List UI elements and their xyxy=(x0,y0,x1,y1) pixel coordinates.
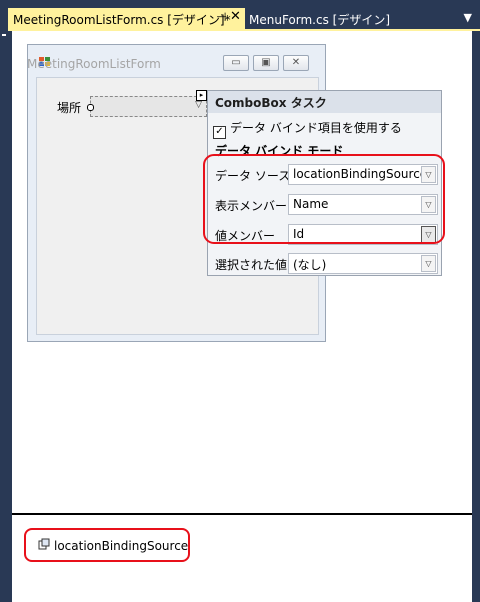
selectedvalue-combo[interactable]: (なし) ▽ xyxy=(288,253,438,274)
selectedvalue-value: (なし) xyxy=(293,258,327,272)
right-scroll-gutter xyxy=(472,31,480,602)
place-label: 場所 xyxy=(57,101,82,115)
tab-label: MenuForm.cs [デザイン] xyxy=(249,13,391,27)
tab-meetingroomlistform-design[interactable]: MeetingRoomListForm.cs [デザイン]* ⊣ ✕ xyxy=(8,8,245,29)
use-binding-label: データ バインド項目を使用する xyxy=(230,121,402,135)
pin-icon[interactable]: ⊣ xyxy=(216,10,226,24)
use-binding-row[interactable]: ✓ データ バインド項目を使用する xyxy=(213,119,402,139)
chevron-down-icon[interactable]: ▽ xyxy=(421,255,436,272)
left-toolbar-strip xyxy=(0,0,8,602)
tray-item-locationbindingsource[interactable]: locationBindingSource xyxy=(24,528,190,562)
place-combobox[interactable]: ▽ xyxy=(90,96,207,117)
use-binding-checkbox[interactable]: ✓ xyxy=(213,126,226,139)
tab-list-dropdown-icon[interactable]: ▼ xyxy=(464,11,472,24)
toolbar-marker xyxy=(2,34,6,36)
tasks-title: ComboBox タスク xyxy=(215,96,327,110)
minimize-button[interactable]: ▭ xyxy=(223,55,249,71)
highlight-outline-binding-props xyxy=(203,154,445,244)
tray-item-label: locationBindingSource xyxy=(54,539,189,553)
tab-label: MeetingRoomListForm.cs [デザイン]* xyxy=(13,13,231,27)
selectedvalue-label: 選択された値 xyxy=(215,258,288,272)
resize-handle[interactable] xyxy=(87,104,94,111)
maximize-button[interactable]: ▣ xyxy=(253,55,279,71)
tasks-header: ComboBox タスク xyxy=(208,91,441,113)
document-tab-bar: MeetingRoomListForm.cs [デザイン]* ⊣ ✕ MenuF… xyxy=(8,8,480,29)
close-icon[interactable]: ✕ xyxy=(230,9,241,24)
chevron-down-icon: ▽ xyxy=(195,100,202,110)
close-button[interactable]: ✕ xyxy=(283,55,309,71)
smart-tag-glyph[interactable]: ▸ xyxy=(196,90,207,101)
form-title: MeetingRoomListForm xyxy=(27,57,161,71)
binding-source-icon xyxy=(38,538,50,550)
